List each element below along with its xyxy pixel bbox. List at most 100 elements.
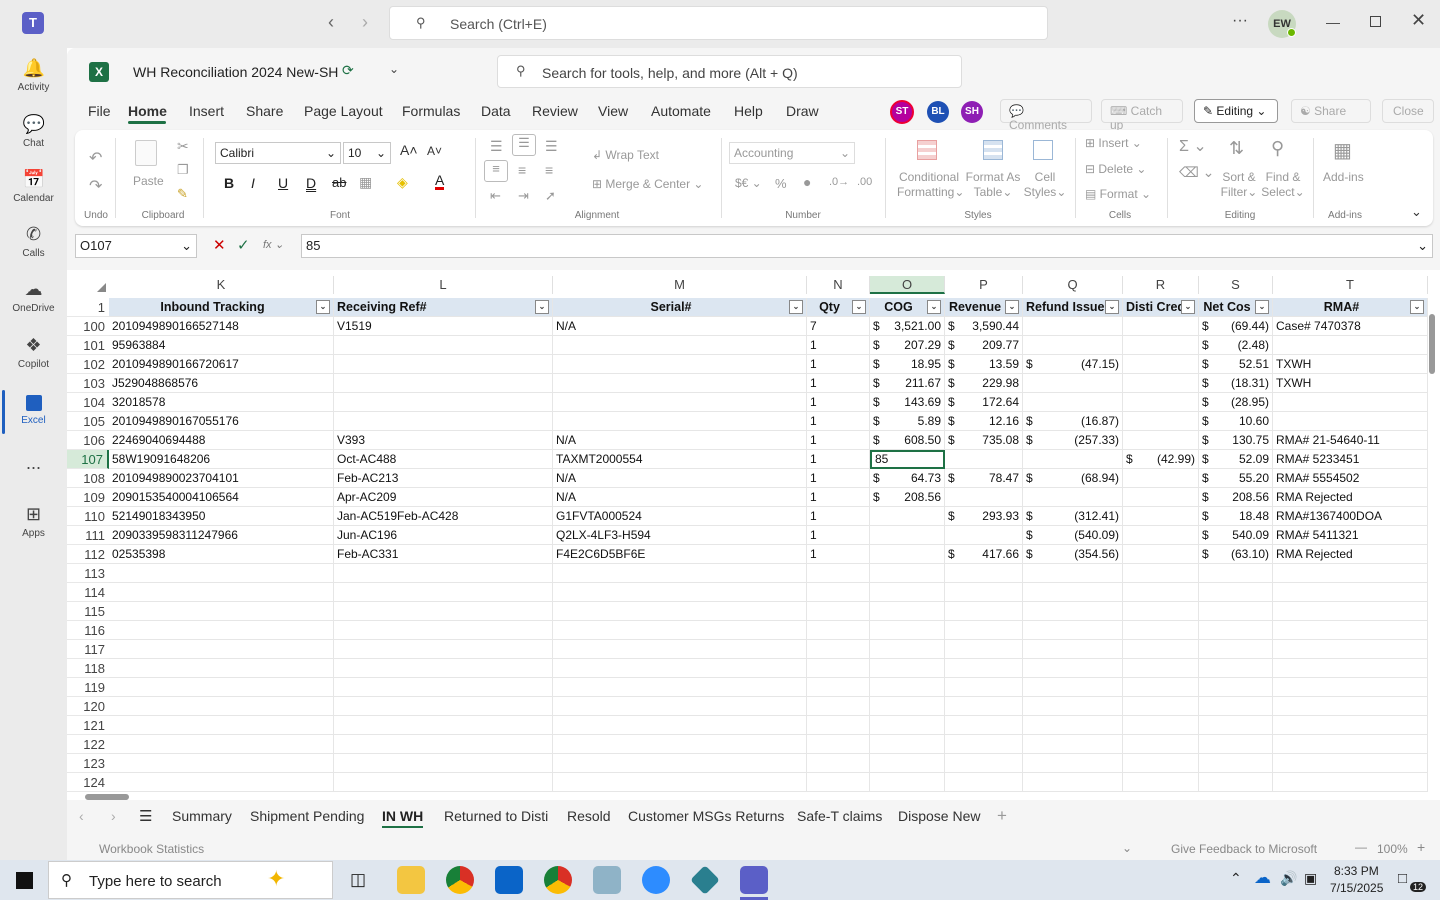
table-cell-r[interactable] xyxy=(1123,545,1199,564)
table-cell-k[interactable] xyxy=(109,564,334,583)
table-cell-r[interactable] xyxy=(1123,583,1199,602)
autosum-icon[interactable]: Σ ⌄ xyxy=(1179,136,1207,156)
table-cell-o[interactable] xyxy=(870,716,945,735)
table-cell-k[interactable]: 52149018343950 xyxy=(109,507,334,526)
conditional-formatting-icon[interactable] xyxy=(917,140,937,160)
row-header[interactable]: 103 xyxy=(67,374,109,393)
table-cell-r[interactable] xyxy=(1123,412,1199,431)
filter-dropdown-icon[interactable]: ⌄ xyxy=(852,300,866,314)
table-cell-o[interactable] xyxy=(870,621,945,640)
row-header[interactable]: 110 xyxy=(67,507,109,526)
addins-icon[interactable]: ▦ xyxy=(1333,138,1352,163)
table-cell-p[interactable]: $3,590.44 xyxy=(945,317,1023,336)
table-cell-t[interactable]: RMA Rejected xyxy=(1273,545,1428,564)
table-cell-n[interactable] xyxy=(807,602,870,621)
table-cell-m[interactable]: N/A xyxy=(553,488,807,507)
vertical-scrollbar[interactable] xyxy=(1429,314,1435,374)
cube-app-icon[interactable] xyxy=(690,865,720,895)
table-cell-s[interactable]: $55.20 xyxy=(1199,469,1273,488)
rail-activity[interactable]: 🔔 Activity xyxy=(0,52,67,106)
minimize-icon[interactable]: — xyxy=(1326,14,1340,30)
table-cell-l[interactable] xyxy=(334,659,553,678)
chrome-icon[interactable] xyxy=(446,866,474,894)
table-cell-s[interactable]: $540.09 xyxy=(1199,526,1273,545)
rail-onedrive[interactable]: ☁ OneDrive xyxy=(0,273,67,327)
collaborator-avatar[interactable]: ST xyxy=(890,100,914,124)
all-sheets-icon[interactable]: ☰ xyxy=(139,807,152,825)
table-cell-q[interactable] xyxy=(1023,583,1123,602)
sheet-tab-dispose-new[interactable]: Dispose New xyxy=(898,808,980,824)
table-cell-m[interactable]: TAXMT2000554 xyxy=(553,450,807,469)
table-cell-o[interactable] xyxy=(870,659,945,678)
table-cell-p[interactable] xyxy=(945,640,1023,659)
align-center-icon[interactable]: ≡ xyxy=(518,162,526,178)
table-cell-k[interactable]: 2090153540004106564 xyxy=(109,488,334,507)
table-cell-n[interactable] xyxy=(807,583,870,602)
table-cell-l[interactable] xyxy=(334,621,553,640)
more-options-icon[interactable]: ··· xyxy=(1232,12,1248,30)
rail-apps[interactable]: ⊞ Apps xyxy=(0,498,67,552)
table-cell-t[interactable] xyxy=(1273,393,1428,412)
table-cell-l[interactable] xyxy=(334,393,553,412)
table-cell-o[interactable] xyxy=(870,602,945,621)
table-cell-r[interactable] xyxy=(1123,393,1199,412)
addins-button[interactable]: Add-ins xyxy=(1323,170,1364,184)
table-cell-m[interactable] xyxy=(553,621,807,640)
table-cell-l[interactable] xyxy=(334,355,553,374)
sheet-tab-in-wh[interactable]: IN WH xyxy=(382,808,424,828)
align-middle-icon[interactable]: ☰ xyxy=(512,134,536,156)
table-cell-q[interactable] xyxy=(1023,374,1123,393)
table-cell-n[interactable]: 7 xyxy=(807,317,870,336)
app-icon[interactable] xyxy=(593,866,621,894)
confirm-entry-icon[interactable]: ✓ xyxy=(237,236,250,254)
table-cell-o[interactable]: $64.73 xyxy=(870,469,945,488)
tools-search-box[interactable]: ⚲ Search for tools, help, and more (Alt … xyxy=(497,55,962,88)
italic-icon[interactable]: I xyxy=(251,175,255,191)
table-cell-t[interactable] xyxy=(1273,773,1428,792)
table-cell-t[interactable] xyxy=(1273,621,1428,640)
table-cell-t[interactable] xyxy=(1273,697,1428,716)
align-left-icon[interactable]: ≡ xyxy=(484,160,508,182)
font-color-icon[interactable]: A xyxy=(435,173,445,190)
forward-arrow-icon[interactable]: › xyxy=(362,12,368,33)
rail-copilot[interactable]: ❖ Copilot xyxy=(0,329,67,383)
align-top-icon[interactable]: ☰ xyxy=(490,138,503,155)
table-cell-m[interactable]: F4E2C6D5BF6E xyxy=(553,545,807,564)
filter-dropdown-icon[interactable]: ⌄ xyxy=(1105,300,1119,314)
table-cell-q[interactable] xyxy=(1023,450,1123,469)
display-icon[interactable]: ▣ xyxy=(1304,870,1317,887)
filter-dropdown-icon[interactable]: ⌄ xyxy=(927,300,941,314)
table-cell-r[interactable] xyxy=(1123,526,1199,545)
table-cell-m[interactable]: N/A xyxy=(553,431,807,450)
table-cell-m[interactable] xyxy=(553,355,807,374)
table-cell-l[interactable]: V393 xyxy=(334,431,553,450)
filter-dropdown-icon[interactable]: ⌄ xyxy=(535,300,549,314)
decrease-decimal-icon[interactable]: .00 xyxy=(857,176,872,188)
table-cell-o[interactable]: $211.67 xyxy=(870,374,945,393)
row-header[interactable]: 107 xyxy=(67,450,109,469)
table-cell-m[interactable] xyxy=(553,678,807,697)
table-cell-n[interactable] xyxy=(807,697,870,716)
table-cell-s[interactable]: $ (28.95) xyxy=(1199,393,1273,412)
table-cell-s[interactable]: $52.09 xyxy=(1199,450,1273,469)
table-cell-m[interactable] xyxy=(553,374,807,393)
status-dropdown-icon[interactable]: ⌄ xyxy=(1122,841,1132,855)
table-cell-t[interactable]: RMA# 21-54640-11 xyxy=(1273,431,1428,450)
table-cell-r[interactable] xyxy=(1123,697,1199,716)
sheet-tab-safe-t-claims[interactable]: Safe-T claims xyxy=(797,808,882,824)
name-box[interactable]: O107 ⌄ xyxy=(75,234,197,258)
table-cell-t[interactable] xyxy=(1273,659,1428,678)
table-cell-p[interactable]: $13.59 xyxy=(945,355,1023,374)
table-cell-k[interactable]: 2010949890166720617 xyxy=(109,355,334,374)
menu-share[interactable]: Share xyxy=(246,103,283,119)
table-cell-m[interactable]: G1FVTA000524 xyxy=(553,507,807,526)
table-cell-p[interactable] xyxy=(945,716,1023,735)
table-cell-q[interactable] xyxy=(1023,602,1123,621)
cut-icon[interactable]: ✂ xyxy=(177,138,189,155)
table-cell-l[interactable]: V1519 xyxy=(334,317,553,336)
table-cell-o[interactable]: $5.89 xyxy=(870,412,945,431)
table-cell-s[interactable]: $ (18.31) xyxy=(1199,374,1273,393)
table-cell-o[interactable] xyxy=(870,583,945,602)
row-header[interactable]: 105 xyxy=(67,412,109,431)
row-header[interactable]: 112 xyxy=(67,545,109,564)
